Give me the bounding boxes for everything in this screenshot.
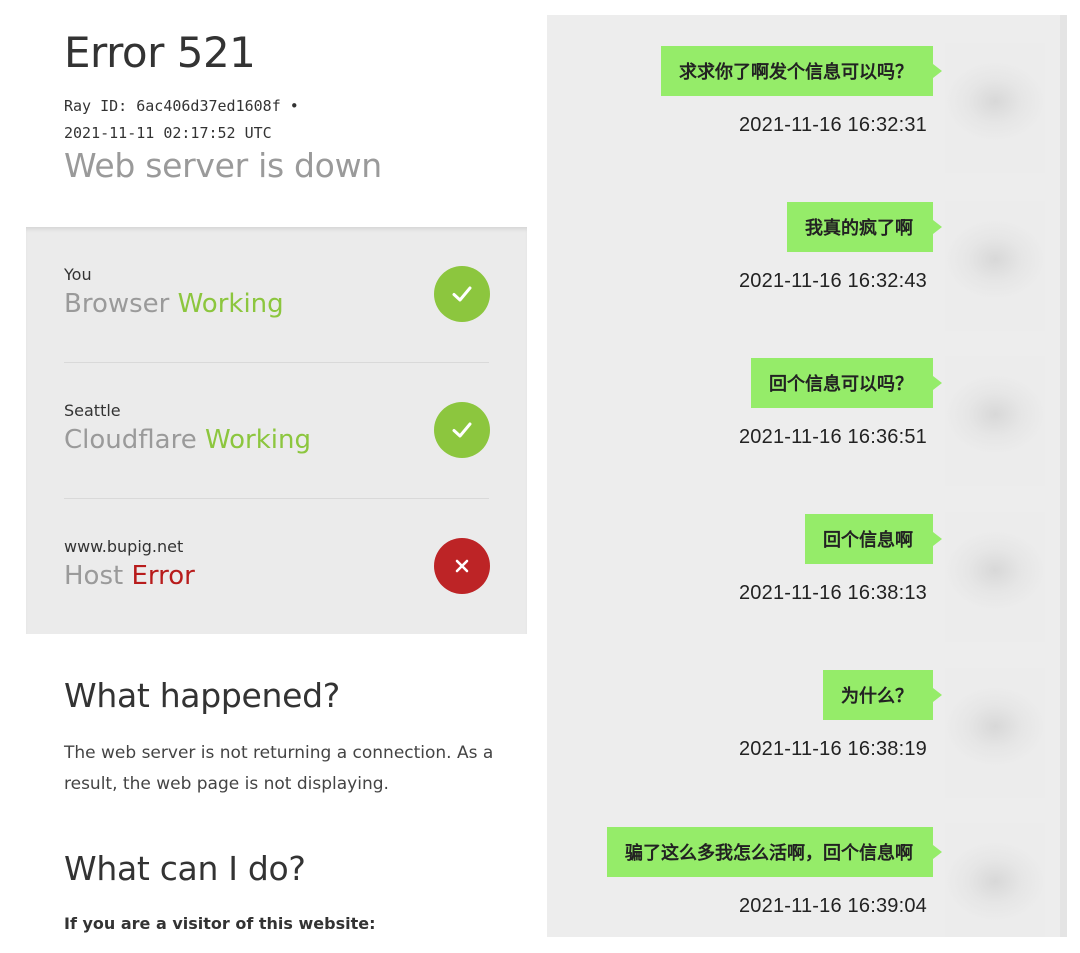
status-row-browser: You Browser Working xyxy=(64,227,490,363)
check-icon xyxy=(434,266,490,322)
chat-message-time: 2021-11-16 16:32:43 xyxy=(738,270,927,292)
status-component: Cloudflare xyxy=(64,425,197,455)
visitor-instructions-heading: If you are a visitor of this website: xyxy=(64,914,376,933)
chat-message-bubble[interactable]: 求求你了啊发个信息可以吗？ xyxy=(661,46,942,96)
chat-message-bubble[interactable]: 为什么？ xyxy=(823,670,942,720)
avatar xyxy=(945,356,1045,486)
status-state: Working xyxy=(177,289,284,319)
status-location: You xyxy=(64,265,92,284)
avatar xyxy=(945,201,1045,331)
error-timestamp: 2021-11-11 02:17:52 UTC xyxy=(64,124,272,142)
error-page: Error 521 Ray ID: 6ac406d37ed1608f • 202… xyxy=(0,0,540,953)
status-location: Seattle xyxy=(64,401,121,420)
chat-message-bubble[interactable]: 回个信息啊 xyxy=(805,514,942,564)
error-subtitle: Web server is down xyxy=(64,146,382,185)
what-can-i-do-heading: What can I do? xyxy=(64,849,306,888)
chat-message-time: 2021-11-16 16:36:51 xyxy=(738,426,927,448)
chat-message-time: 2021-11-16 16:38:19 xyxy=(738,738,927,760)
check-icon xyxy=(434,402,490,458)
status-state: Error xyxy=(131,561,195,591)
status-panel: You Browser Working Seattle Cloudflare W… xyxy=(26,227,527,634)
chat-message-bubble[interactable]: 骗了这么多我怎么活啊，回个信息啊 xyxy=(607,827,942,877)
avatar xyxy=(945,823,1045,937)
scrollbar-track[interactable] xyxy=(1060,15,1067,937)
status-component: Browser xyxy=(64,289,170,319)
status-row-host: www.bupig.net Host Error xyxy=(64,499,490,635)
status-line: Cloudflare Working xyxy=(64,425,311,455)
ray-id: Ray ID: 6ac406d37ed1608f • 2021-11-11 02… xyxy=(64,93,299,147)
ray-id-line: Ray ID: 6ac406d37ed1608f • xyxy=(64,97,299,115)
chat-message-time: 2021-11-16 16:39:04 xyxy=(738,895,927,917)
avatar xyxy=(945,668,1045,798)
avatar xyxy=(945,512,1045,642)
status-location: www.bupig.net xyxy=(64,537,184,556)
chat-message-bubble[interactable]: 我真的疯了啊 xyxy=(787,202,942,252)
what-happened-text: The web server is not returning a connec… xyxy=(64,743,494,794)
avatar xyxy=(945,43,1045,173)
status-line: Browser Working xyxy=(64,289,284,319)
chat-message-bubble[interactable]: 回个信息可以吗？ xyxy=(751,358,942,408)
what-happened-heading: What happened? xyxy=(64,676,341,715)
status-state: Working xyxy=(204,425,312,455)
chat-panel: 求求你了啊发个信息可以吗？ 2021-11-16 16:32:31 我真的疯了啊… xyxy=(547,15,1067,937)
status-row-cloudflare: Seattle Cloudflare Working xyxy=(64,363,490,499)
error-title: Error 521 xyxy=(64,28,256,77)
chat-message-time: 2021-11-16 16:32:31 xyxy=(738,114,927,136)
status-component: Host xyxy=(64,561,124,591)
cross-icon xyxy=(434,538,490,594)
chat-message-time: 2021-11-16 16:38:13 xyxy=(738,582,927,604)
status-line: Host Error xyxy=(64,561,195,591)
